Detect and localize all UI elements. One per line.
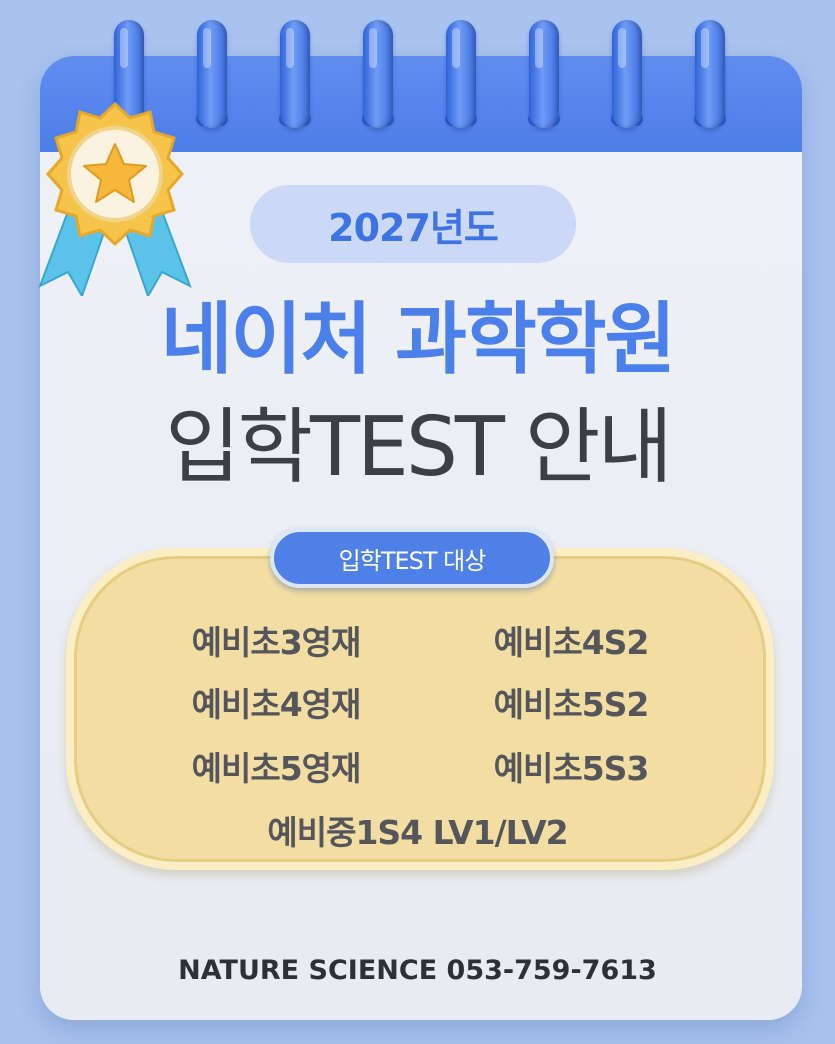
spiral-ring-icon bbox=[197, 20, 227, 128]
target-label-badge: 입학TEST 대상 bbox=[270, 528, 554, 588]
grade-item: 예비초3영재 bbox=[191, 623, 362, 662]
grade-item: 예비초5S2 bbox=[493, 685, 650, 724]
grade-item: 예비초5S3 bbox=[493, 749, 650, 788]
academy-title: 네이처 과학학원 bbox=[160, 295, 676, 385]
spiral-ring-icon bbox=[280, 20, 310, 128]
spiral-ring-icon bbox=[446, 20, 476, 128]
grade-item: 예비초4S2 bbox=[493, 623, 650, 662]
spiral-ring-icon bbox=[363, 20, 393, 128]
medal-star-icon bbox=[38, 101, 192, 296]
page-subtitle: 입학TEST 안내 bbox=[165, 400, 673, 495]
year-badge: 2027년도 bbox=[250, 185, 576, 263]
grade-item: 예비중1S4 LV1/LV2 bbox=[267, 813, 568, 852]
spiral-ring-icon bbox=[695, 20, 725, 128]
spiral-ring-icon bbox=[612, 20, 642, 128]
contact-footer: NATURE SCIENCE 053-759-7613 bbox=[178, 955, 657, 986]
spiral-ring-icon bbox=[529, 20, 559, 128]
grade-item: 예비초4영재 bbox=[191, 685, 362, 724]
grade-item: 예비초5영재 bbox=[191, 749, 362, 788]
